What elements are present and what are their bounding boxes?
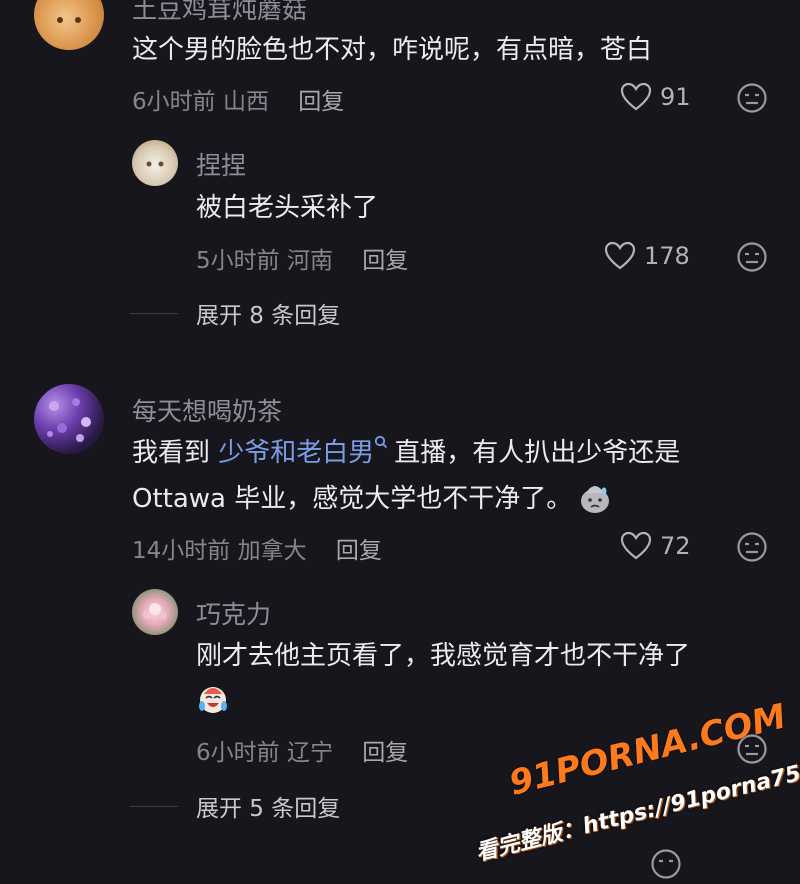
comment-meta: 6小时前 山西 回复 [132, 82, 344, 116]
like-count: 178 [644, 242, 690, 270]
emoji-reaction-button[interactable] [736, 531, 768, 563]
expressionless-face-icon [737, 532, 767, 562]
username[interactable]: 每天想喝奶茶 [132, 392, 282, 428]
emoji-reaction-button[interactable] [650, 848, 682, 880]
comment-time: 5小时前 [196, 248, 280, 274]
comment-time: 6小时前 [196, 740, 280, 766]
username[interactable]: 土豆鸡茸炖蘑菇 [132, 0, 307, 26]
comment-location: 山西 [222, 89, 269, 115]
avatar[interactable] [132, 140, 178, 186]
emoji-reaction-button[interactable] [736, 241, 768, 273]
comment-meta: 6小时前 辽宁 回复 [196, 733, 408, 767]
expand-replies-label: 展开 5 条回复 [196, 796, 341, 822]
like-count: 91 [660, 83, 691, 111]
comment-location: 辽宁 [286, 740, 333, 766]
expressionless-face-icon [737, 242, 767, 272]
comment-text-line2-content: Ottawa 毕业，感觉大学也不干净了。 [132, 484, 573, 514]
comment-meta: 14小时前 加拿大 回复 [132, 531, 382, 565]
divider-line [130, 312, 178, 314]
reply-button[interactable]: 回复 [362, 740, 408, 766]
like-button[interactable]: 72 [620, 531, 691, 561]
magnifier-icon [375, 435, 388, 449]
comment-location: 加拿大 [237, 538, 307, 564]
comment-text-rest: 直播，有人扒出少爷还是 [394, 438, 681, 468]
like-button[interactable]: 91 [620, 82, 691, 112]
sweat-blob-emoji-icon [581, 486, 610, 513]
like-count: 72 [660, 532, 691, 560]
crying-laughing-emoji-icon [196, 682, 230, 716]
expand-replies-button[interactable]: 展开 5 条回复 [130, 789, 340, 823]
expressionless-face-icon [651, 849, 681, 879]
comment-text: 刚才去他主页看了，我感觉育才也不干净了 [196, 641, 691, 671]
expand-replies-button[interactable]: 展开 8 条回复 [130, 296, 340, 330]
heart-outline-icon [620, 531, 652, 560]
flower-icon [143, 603, 167, 620]
comment-location: 河南 [286, 248, 333, 274]
reply-button[interactable]: 回复 [362, 248, 408, 274]
comment-time: 6小时前 [132, 89, 216, 115]
reply-button[interactable]: 回复 [298, 89, 344, 115]
divider-line [130, 805, 178, 807]
comment-text: 被白老头采补了 [196, 193, 379, 223]
search-mention-link[interactable]: 少爷和老白男 [218, 438, 374, 468]
username[interactable]: 捏捏 [196, 146, 246, 182]
comment-text-line2: Ottawa 毕业，感觉大学也不干净了。 [132, 473, 612, 525]
like-button[interactable]: 178 [604, 241, 690, 271]
comment-text: 我看到 少爷和老白男 直播，有人扒出少爷还是 [132, 427, 680, 479]
flowers-icon [47, 398, 91, 442]
avatar[interactable] [34, 384, 104, 454]
comment-time: 14小时前 [132, 538, 231, 564]
heart-outline-icon [604, 241, 636, 270]
avatar[interactable] [132, 589, 178, 635]
cat-face-icon [146, 161, 164, 167]
comment-text-prefix: 我看到 [132, 438, 211, 468]
emoji-reaction-button[interactable] [736, 82, 768, 114]
expand-replies-label: 展开 8 条回复 [196, 303, 341, 329]
cat-face-icon [57, 17, 81, 23]
comment-meta: 5小时前 河南 回复 [196, 241, 408, 275]
heart-outline-icon [620, 82, 652, 111]
avatar[interactable] [34, 0, 104, 50]
comment-text: 这个男的脸色也不对，咋说呢，有点暗，苍白 [132, 35, 653, 65]
expressionless-face-icon [737, 83, 767, 113]
reply-button[interactable]: 回复 [336, 538, 382, 564]
username[interactable]: 巧克力 [196, 595, 271, 631]
